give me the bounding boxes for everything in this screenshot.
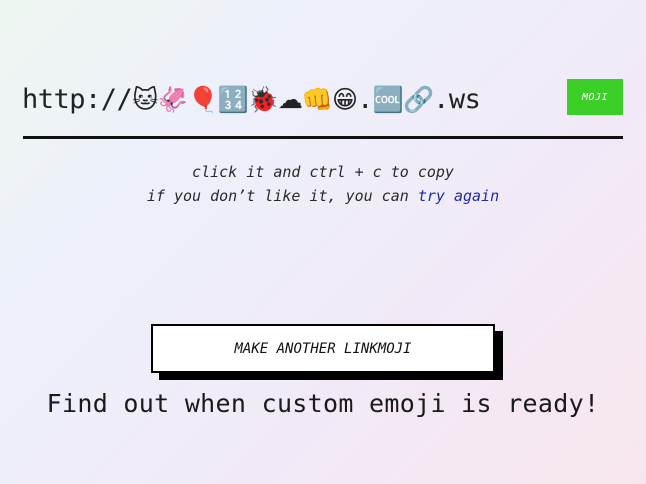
retry-instruction: if you don’t like it, you can try again <box>0 184 646 208</box>
url-suffix: .ws <box>433 84 481 115</box>
instructions: click it and ctrl + c to copy if you don… <box>0 160 646 208</box>
retry-instruction-text: if you don’t like it, you can <box>146 187 418 205</box>
try-again-link[interactable]: try again <box>418 187 499 205</box>
divider-line <box>23 136 623 139</box>
url-emoji-sequence: 🐱🦑🎈🔢🐞☁👊😁 <box>132 85 358 114</box>
url-emoji-tld: 🆒🔗 <box>372 85 434 114</box>
make-another-button[interactable]: MAKE ANOTHER LINKMOJI <box>151 324 495 373</box>
copy-instruction: click it and ctrl + c to copy <box>192 163 454 181</box>
make-another-wrapper: MAKE ANOTHER LINKMOJI <box>151 324 503 380</box>
linkmoji-url-row: http://🐱🦑🎈🔢🐞☁👊😁.🆒🔗.ws MOJI <box>22 76 623 122</box>
custom-emoji-notice[interactable]: Find out when custom emoji is ready! <box>0 386 646 422</box>
moji-button[interactable]: MOJI <box>567 79 623 115</box>
url-dot: . <box>357 84 373 115</box>
generated-link-text[interactable]: http://🐱🦑🎈🔢🐞☁👊😁.🆒🔗.ws <box>22 80 481 120</box>
url-prefix: http:// <box>22 84 133 115</box>
